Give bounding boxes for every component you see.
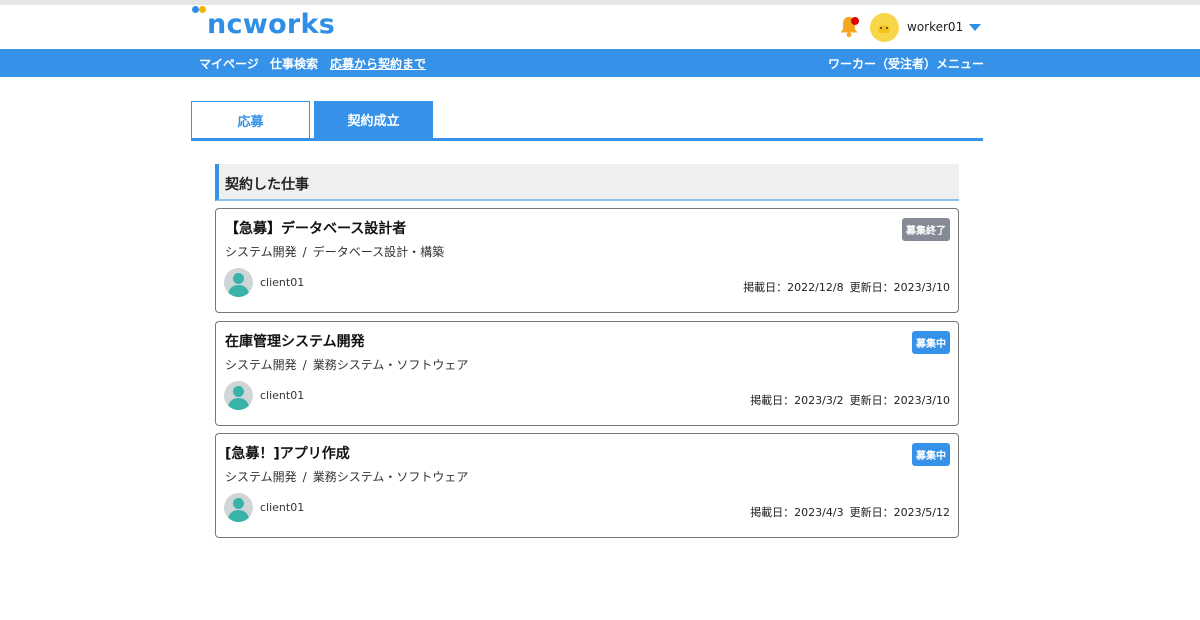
client-avatar-icon: [224, 268, 253, 297]
job-card[interactable]: 在庫管理システム開発 募集中 システム開発 / 業務システム・ソフトウェア clie…: [215, 321, 959, 426]
category-label: システム開発: [225, 358, 297, 372]
posted-date: 掲載日：2023/4/3: [750, 506, 844, 519]
section-heading: 契約した仕事: [215, 164, 959, 201]
username[interactable]: worker01: [907, 20, 963, 34]
nav-mypage[interactable]: マイページ: [199, 55, 259, 72]
chevron-down-icon[interactable]: [969, 23, 982, 31]
posted-date: 掲載日：2022/12/8: [743, 281, 844, 294]
job-title[interactable]: [急募！]アプリ作成: [225, 443, 350, 463]
job-category: システム開発 / データベース設計・構築: [225, 245, 445, 259]
client-avatar-icon: [224, 381, 253, 410]
tab-contracted[interactable]: 契約成立: [314, 101, 433, 138]
main-nav: マイページ 仕事検索 応募から契約まで ワーカー（受注者）メニュー: [0, 49, 1200, 77]
tab-bar: 応募 契約成立: [191, 101, 983, 141]
status-badge: 募集中: [912, 443, 950, 466]
posted-date: 掲載日：2023/3/2: [750, 394, 844, 407]
worker-menu[interactable]: ワーカー（受注者）メニュー: [828, 55, 984, 72]
job-dates: 掲載日：2022/12/8 更新日：2023/3/10: [743, 279, 950, 295]
client-name: client01: [260, 276, 305, 289]
subcategory-label: データベース設計・構築: [312, 245, 445, 259]
updated-date: 更新日：2023/5/12: [849, 506, 950, 519]
job-category: システム開発 / 業務システム・ソフトウェア: [225, 358, 469, 372]
section-title: 契約した仕事: [225, 177, 309, 193]
job-dates: 掲載日：2023/4/3 更新日：2023/5/12: [750, 504, 950, 520]
status-badge: 募集終了: [902, 218, 950, 241]
user-area: worker01: [838, 11, 982, 43]
job-title[interactable]: 【急募】データベース設計者: [225, 218, 406, 238]
status-badge: 募集中: [912, 331, 950, 354]
nav-apply-to-contract[interactable]: 応募から契約まで: [330, 55, 426, 72]
notification-bell-icon[interactable]: [838, 15, 860, 39]
subcategory-label: 業務システム・ソフトウェア: [312, 470, 469, 484]
updated-date: 更新日：2023/3/10: [849, 394, 950, 407]
nav-job-search[interactable]: 仕事検索: [270, 55, 318, 72]
job-card[interactable]: [急募！]アプリ作成 募集中 システム開発 / 業務システム・ソフトウェア clie…: [215, 433, 959, 538]
site-header: ncworks worker01: [0, 5, 1200, 49]
job-dates: 掲載日：2023/3/2 更新日：2023/3/10: [750, 392, 950, 408]
subcategory-label: 業務システム・ソフトウェア: [312, 358, 469, 372]
tab-apply[interactable]: 応募: [191, 101, 310, 138]
client-name: client01: [260, 389, 305, 402]
client-name: client01: [260, 501, 305, 514]
category-label: システム開発: [225, 245, 297, 259]
logo-dots-icon: [192, 6, 208, 14]
client-avatar-icon: [224, 493, 253, 522]
job-title[interactable]: 在庫管理システム開発: [225, 331, 365, 351]
updated-date: 更新日：2023/3/10: [849, 281, 950, 294]
logo-text: ncworks: [207, 9, 336, 40]
job-category: システム開発 / 業務システム・ソフトウェア: [225, 470, 469, 484]
notification-dot: [851, 17, 859, 25]
job-card[interactable]: 【急募】データベース設計者 募集終了 システム開発 / データベース設計・構築 cl…: [215, 208, 959, 313]
category-label: システム開発: [225, 470, 297, 484]
user-avatar[interactable]: [870, 12, 899, 42]
